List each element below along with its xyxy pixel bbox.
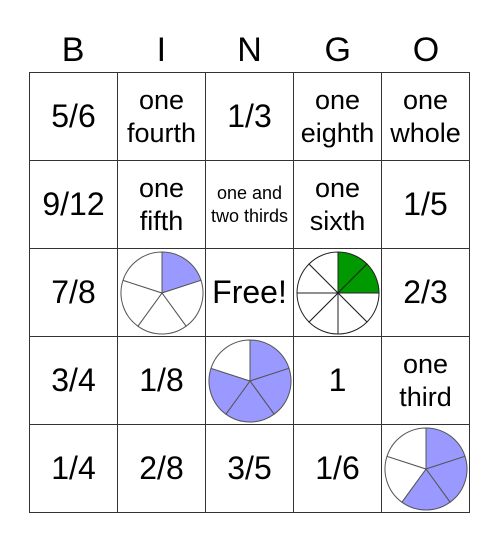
pie-chart-icon xyxy=(208,338,291,422)
bingo-cell[interactable]: 3/4 xyxy=(30,337,118,425)
bingo-cell[interactable]: 1/5 xyxy=(382,161,470,249)
cell-text: 2/3 xyxy=(403,274,448,310)
cell-text: 1/3 xyxy=(227,98,272,134)
bingo-cell[interactable]: 1/3 xyxy=(206,73,294,161)
cell-text: Free! xyxy=(212,274,287,310)
bingo-cell[interactable]: 3/5 xyxy=(206,425,294,513)
bingo-cell[interactable]: 7/8 xyxy=(30,249,118,337)
bingo-cell[interactable]: 1/4 xyxy=(30,425,118,513)
bingo-grid: 5/6 one fourth 1/3 one eighth one whole 9/12 o… xyxy=(29,72,470,513)
cell-text: one third xyxy=(399,348,452,412)
cell-text: one fourth xyxy=(126,84,197,148)
pie-chart-icon xyxy=(120,250,203,334)
cell-text: one fifth xyxy=(138,172,185,236)
bingo-cell[interactable]: 9/12 xyxy=(30,161,118,249)
cell-text: 1/4 xyxy=(51,450,96,486)
bingo-cell[interactable]: one sixth xyxy=(294,161,382,249)
cell-text: 9/12 xyxy=(42,186,105,222)
bingo-cell[interactable]: 1/6 xyxy=(294,425,382,513)
header-letter-o: O xyxy=(412,31,440,69)
bingo-cell[interactable] xyxy=(294,249,382,337)
pie-chart-icon xyxy=(384,426,467,510)
header-letter-b: B xyxy=(61,31,85,69)
bingo-cell[interactable]: one fifth xyxy=(118,161,206,249)
cell-text: 1/5 xyxy=(403,186,448,222)
bingo-cell[interactable]: one and two thirds xyxy=(206,161,294,249)
header-letter-i: I xyxy=(156,31,167,69)
bingo-cell[interactable]: one third xyxy=(382,337,470,425)
cell-text: 7/8 xyxy=(51,274,96,310)
cell-text: one and two thirds xyxy=(210,182,289,226)
bingo-cell[interactable]: 5/6 xyxy=(30,73,118,161)
cell-text: 1/6 xyxy=(315,450,360,486)
cell-text: 5/6 xyxy=(51,98,96,134)
cell-text: 2/8 xyxy=(139,450,184,486)
cell-text: one sixth xyxy=(309,172,366,236)
cell-text: one whole xyxy=(390,84,461,148)
bingo-cell[interactable] xyxy=(118,249,206,337)
bingo-cell[interactable]: 2/8 xyxy=(118,425,206,513)
free-space-cell[interactable]: Free! xyxy=(206,249,294,337)
cell-text: one eighth xyxy=(300,84,375,148)
pie-chart-icon xyxy=(295,250,380,335)
cell-text: 3/5 xyxy=(227,450,272,486)
bingo-header: B I N G O xyxy=(29,28,470,72)
header-letter-g: G xyxy=(324,31,351,69)
bingo-cell[interactable]: 1/8 xyxy=(118,337,206,425)
bingo-cell[interactable]: 1 xyxy=(294,337,382,425)
header-letter-n: N xyxy=(237,31,262,69)
bingo-cell[interactable] xyxy=(382,425,470,513)
cell-text: 3/4 xyxy=(51,362,96,398)
bingo-cell[interactable]: one eighth xyxy=(294,73,382,161)
cell-text: 1 xyxy=(328,362,347,398)
bingo-cell[interactable] xyxy=(206,337,294,425)
bingo-cell[interactable]: 2/3 xyxy=(382,249,470,337)
bingo-cell[interactable]: one whole xyxy=(382,73,470,161)
cell-text: 1/8 xyxy=(139,362,184,398)
bingo-cell[interactable]: one fourth xyxy=(118,73,206,161)
